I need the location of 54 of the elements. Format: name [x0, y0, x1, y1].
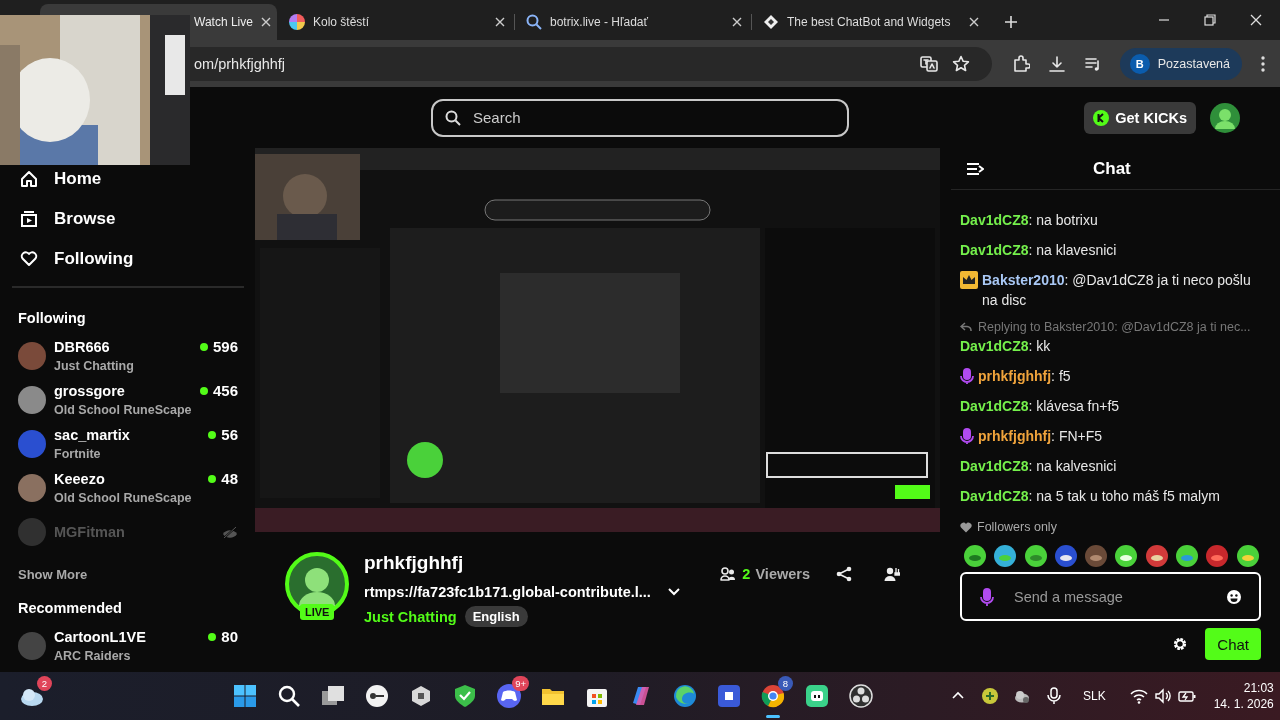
channel-name[interactable]: prhkfjghhfj: [364, 552, 681, 578]
tag[interactable]: English: [464, 606, 528, 627]
message-field[interactable]: Send a message: [1012, 574, 1209, 619]
url-text: om/prhkfjghhfj: [194, 55, 287, 72]
chat-message: Dav1dCZ8: na kalvesnici: [960, 457, 1117, 476]
browser-tab[interactable]: Kolo štěstí: [277, 4, 514, 40]
notification-badge: 2: [37, 676, 52, 691]
viewer-count: 80: [221, 628, 238, 645]
search-bar[interactable]: Search: [431, 98, 849, 137]
channel-item[interactable]: DBR666 Just Chatting 596: [18, 334, 238, 378]
message-box[interactable]: Send a message: [960, 572, 1261, 621]
viewer-count: 456: [212, 382, 238, 399]
chat-message: prhkfjghhfj: FN+F5: [978, 427, 1103, 446]
viewer-count: 56: [221, 426, 238, 443]
nav-link[interactable]: Browse: [18, 206, 238, 232]
show-more-link[interactable]: Show More: [18, 554, 238, 594]
viewer-count: 2: [742, 566, 751, 582]
chat-message: Dav1dCZ8: kk: [960, 337, 1051, 356]
reply-preview: Replying to Bakster2010: @Dav1dCZ8 ja ti nec...: [978, 319, 1251, 336]
chat-message: Dav1dCZ8: na botrixu: [960, 211, 1098, 230]
notification-badge: 9+: [512, 676, 529, 691]
search-field[interactable]: Search: [471, 100, 835, 135]
chat-title: Chat: [1093, 158, 1131, 179]
channel-item[interactable]: CartoonL1VE ARC Raiders 80: [18, 624, 238, 668]
channel-item[interactable]: sac_martix Fortnite 56: [18, 422, 238, 466]
language-indicator[interactable]: SLK: [1083, 689, 1106, 703]
chat-message: Dav1dCZ8: na 5 tak u toho máš f5 malym: [960, 487, 1220, 506]
get-kicks-button[interactable]: Get KICKs: [1084, 101, 1196, 134]
category-link[interactable]: Just Chatting: [364, 608, 457, 625]
viewer-count: 48: [221, 470, 238, 487]
channel-item[interactable]: Keeezo Old School RuneScape 48: [18, 466, 238, 510]
stream-title: rtmps://fa723fc1b171.global-contribute.l...: [364, 584, 651, 600]
notification-badge: 8: [778, 676, 793, 691]
chat-message: prhkfjghhfj: f5: [978, 367, 1071, 386]
address-bar[interactable]: om/prhkfjghhfj: [190, 46, 992, 81]
section-heading: Following: [18, 309, 87, 328]
browser-tab[interactable]: The best ChatBot and Widgets: [751, 4, 988, 40]
nav-link[interactable]: Home: [18, 166, 238, 192]
viewer-label: Viewers: [755, 566, 810, 582]
live-badge: LIVE: [300, 604, 335, 620]
clock-date[interactable]: 14. 1. 2026: [1213, 696, 1274, 712]
section-heading: Recommended: [18, 599, 123, 618]
profile-button[interactable]: B Pozastavená: [1119, 47, 1242, 80]
browser-tab[interactable]: botrix.live - Hľadať: [514, 4, 751, 40]
chat-mode-label: Followers only: [977, 520, 1057, 534]
chat-message: Dav1dCZ8: na klavesnici: [960, 241, 1117, 260]
channel-item[interactable]: grossgore Old School RuneScape 456: [18, 378, 238, 422]
chat-message: Dav1dCZ8: klávesa fn+f5: [960, 397, 1120, 416]
clock-time[interactable]: 21:03: [1243, 680, 1274, 696]
send-chat-button[interactable]: Chat: [1205, 628, 1261, 660]
nav-link[interactable]: Following: [18, 246, 238, 272]
chat-message: Bakster2010: @Dav1dCZ8 ja ti neco pošlu na disc: [982, 271, 1252, 310]
profile-avatar: B: [1129, 53, 1150, 74]
viewer-count: 596: [212, 338, 238, 355]
